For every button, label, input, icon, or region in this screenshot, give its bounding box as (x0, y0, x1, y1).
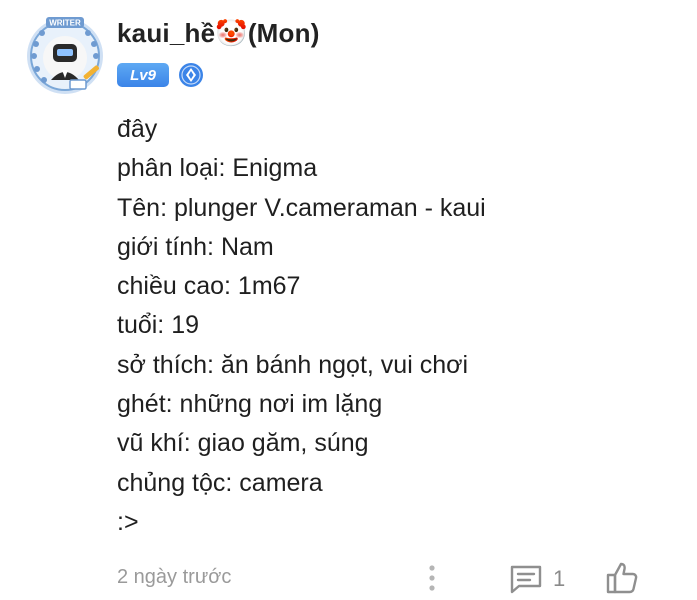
blue-shield-verified-icon[interactable] (178, 62, 204, 88)
comment-icon[interactable] (508, 564, 544, 594)
more-vertical-icon[interactable] (422, 562, 442, 594)
level-badge[interactable]: Lv9 (117, 63, 169, 87)
comment-line: đây (117, 115, 158, 143)
comment-line: chiều cao: 1m67 (117, 272, 301, 301)
author-badges: Lv9 (117, 62, 204, 88)
comment-line: chủng tộc: camera (117, 468, 323, 497)
clown-emoji: 🤡 (215, 18, 248, 48)
comment-line: vũ khí: giao găm, súng (117, 429, 369, 458)
comment-author-name[interactable]: kaui_hề🤡(Mon) (117, 18, 320, 49)
comment-timestamp: 2 ngày trước (117, 566, 232, 588)
comment-footer: 2 ngày trước 1 (0, 560, 697, 600)
comment-line: giới tính: Nam (117, 232, 274, 261)
comment-line: Tên: plunger V.cameraman - kaui (117, 193, 486, 222)
comment-line: sở thích: ăn bánh ngọt, vui chơi (117, 350, 469, 379)
author-name-text: kaui_hề (117, 18, 216, 48)
author-name-suffix: (Mon) (247, 18, 320, 48)
thumbs-up-icon[interactable] (604, 560, 640, 596)
comment-line: phân loại: Enigma (117, 154, 318, 183)
comment-line: :> (117, 507, 139, 536)
comment-line: tuổi: 19 (117, 311, 200, 340)
reply-count: 1 (553, 566, 566, 591)
avatar[interactable]: WRITER (24, 14, 106, 96)
comment-line: ghét: những nơi im lặng (117, 390, 383, 419)
avatar-badge-text: WRITER (49, 19, 81, 28)
comment-body: đây phân loại: Enigma Tên: plunger V.cam… (117, 110, 486, 542)
